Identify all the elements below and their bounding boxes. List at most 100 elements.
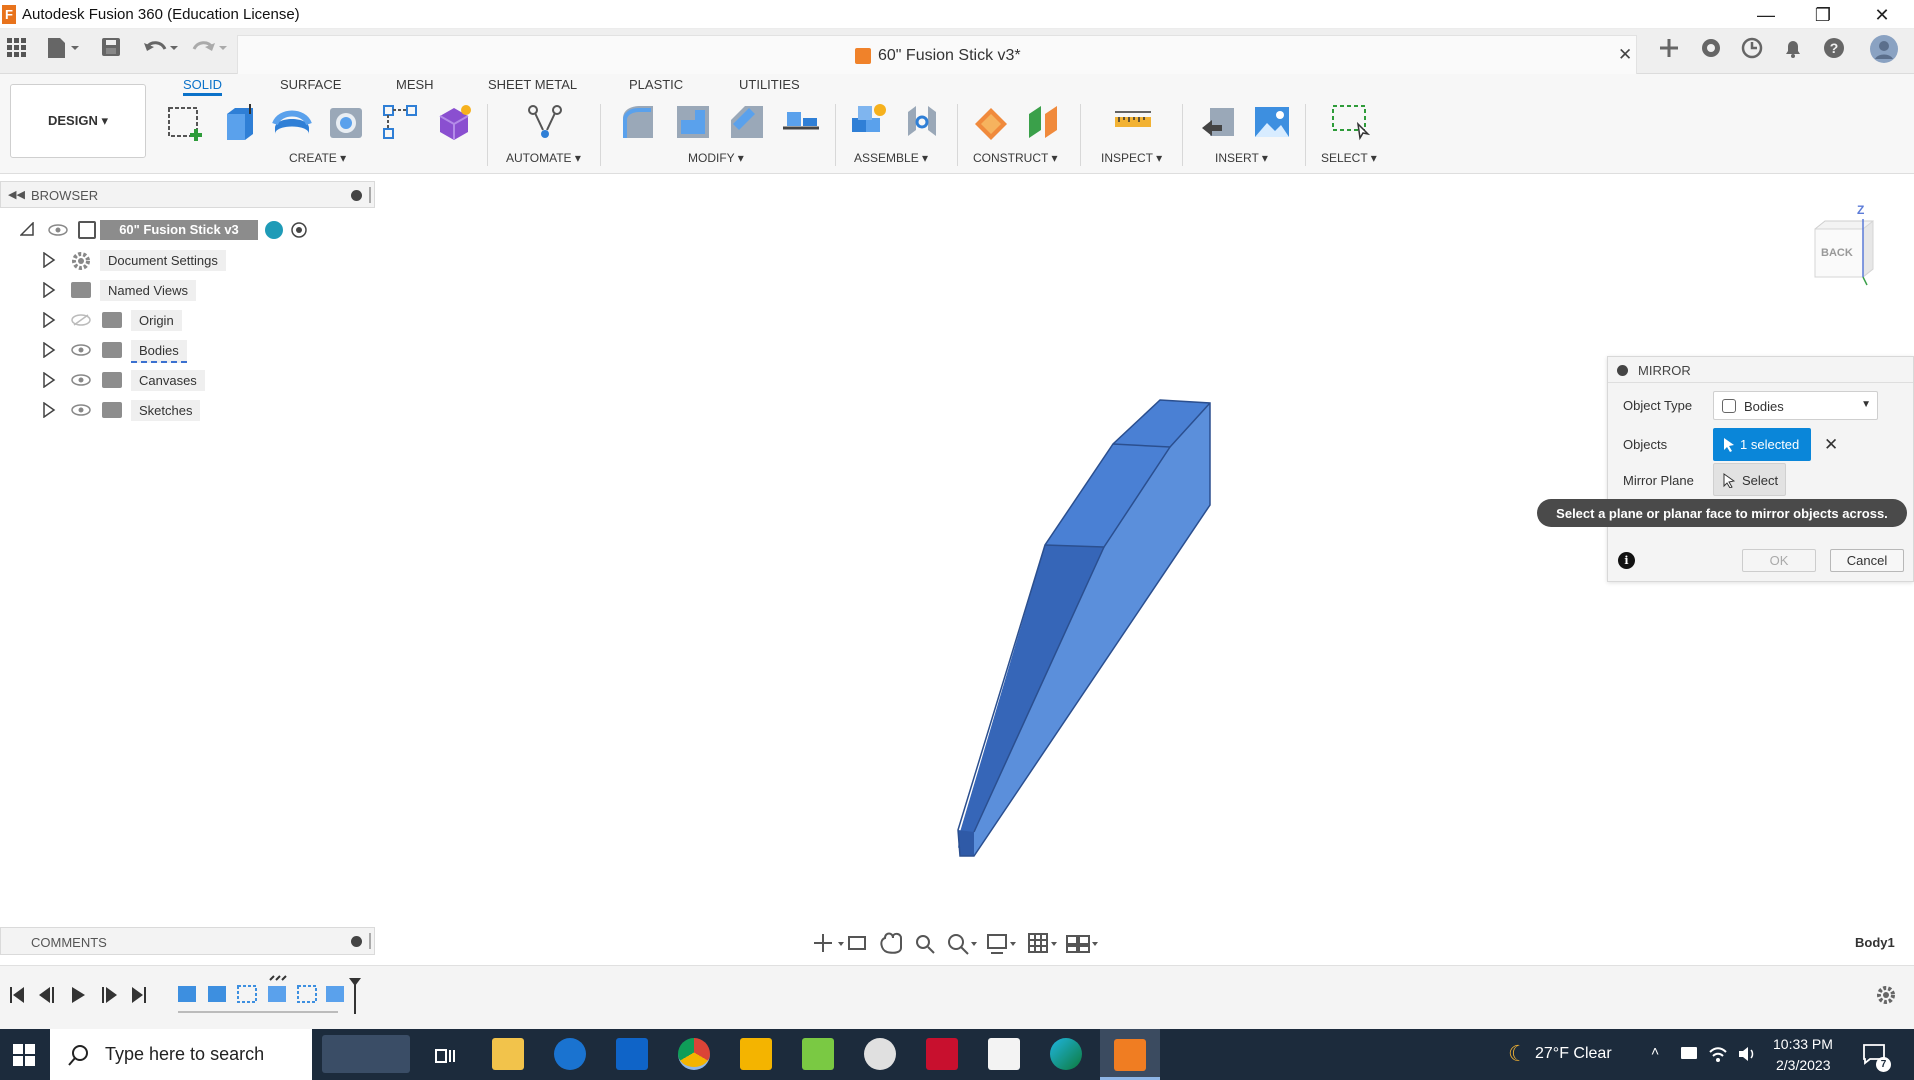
expand-triangle-icon[interactable] xyxy=(42,252,56,268)
expand-triangle-icon[interactable] xyxy=(42,372,56,388)
internet-explorer-icon[interactable] xyxy=(554,1038,586,1070)
clear-selection-icon[interactable]: ✕ xyxy=(1824,435,1838,455)
minimize-button[interactable]: — xyxy=(1744,2,1788,28)
restore-button[interactable]: ❐ xyxy=(1801,2,1845,28)
mirror-plane-select-button[interactable]: Select xyxy=(1713,463,1786,496)
revolve-icon[interactable] xyxy=(272,102,312,142)
tab-surface[interactable]: SURFACE xyxy=(280,74,341,96)
user-avatar-icon[interactable] xyxy=(1870,35,1898,69)
browser-root-row[interactable]: 60" Fusion Stick v3 xyxy=(0,218,320,242)
new-component-icon[interactable] xyxy=(848,102,888,142)
undo-icon[interactable] xyxy=(143,37,179,65)
comments-pin-icon[interactable] xyxy=(369,933,371,949)
file-menu-icon[interactable] xyxy=(46,37,80,65)
fusion-360-taskbar-button[interactable] xyxy=(1100,1029,1160,1080)
expand-triangle-icon[interactable] xyxy=(42,312,56,328)
new-tab-plus-icon[interactable] xyxy=(1658,37,1680,65)
info-icon[interactable]: i xyxy=(1618,552,1635,569)
visibility-eye-icon[interactable] xyxy=(71,374,91,386)
battery-icon[interactable] xyxy=(1681,1047,1697,1059)
job-status-clock-icon[interactable] xyxy=(1741,37,1763,65)
help-icon[interactable]: ? xyxy=(1823,37,1845,65)
visibility-eye-icon[interactable] xyxy=(48,224,68,236)
autocad-icon[interactable] xyxy=(926,1038,958,1070)
collapse-browser-icon[interactable]: ◀◀ xyxy=(8,188,25,201)
create-form-icon[interactable] xyxy=(434,102,474,142)
browser-pin-icon[interactable] xyxy=(369,187,371,203)
expand-triangle-icon[interactable] xyxy=(42,402,56,418)
news-widget-icon[interactable] xyxy=(322,1035,410,1073)
plane-at-angle-icon[interactable] xyxy=(1025,102,1065,142)
press-pull-icon[interactable] xyxy=(619,102,659,142)
browser-item-document-settings[interactable]: Document Settings xyxy=(0,248,240,272)
c-app-icon[interactable] xyxy=(802,1038,834,1070)
view-cube[interactable]: Z BACK xyxy=(1809,203,1877,287)
collapse-triangle-icon[interactable] xyxy=(20,222,34,236)
objects-selection-button[interactable]: 1 selected xyxy=(1713,428,1811,461)
activate-radio-icon[interactable] xyxy=(290,221,308,239)
save-icon[interactable] xyxy=(101,37,121,63)
add-comment-icon[interactable] xyxy=(351,936,362,947)
clock-date[interactable]: 2/3/2023 xyxy=(1776,1057,1831,1073)
measure-icon[interactable] xyxy=(1113,102,1153,142)
assemble-menu[interactable]: ASSEMBLE ▾ xyxy=(854,151,928,165)
notifications-bell-icon[interactable] xyxy=(1782,37,1804,65)
chamfer-icon[interactable] xyxy=(727,102,767,142)
timeline-playback-controls[interactable] xyxy=(8,984,148,1006)
close-window-button[interactable]: ✕ xyxy=(1860,2,1904,28)
align-icon[interactable] xyxy=(781,102,821,142)
browser-item-sketches[interactable]: Sketches xyxy=(0,398,240,422)
tab-utilities[interactable]: UTILITIES xyxy=(739,74,800,96)
snipping-tool-icon[interactable] xyxy=(864,1038,896,1070)
browser-item-named-views[interactable]: Named Views xyxy=(0,278,240,302)
joint-icon[interactable] xyxy=(902,102,942,142)
extrude-icon[interactable] xyxy=(219,102,259,142)
task-view-icon[interactable] xyxy=(434,1044,456,1066)
slides-app-icon[interactable] xyxy=(740,1038,772,1070)
insert-derive-icon[interactable] xyxy=(1198,102,1238,142)
select-window-icon[interactable] xyxy=(1330,102,1371,142)
taskbar-search-box[interactable]: Type here to search xyxy=(50,1029,312,1080)
windows-start-icon[interactable] xyxy=(13,1044,35,1066)
edge-icon[interactable] xyxy=(1050,1038,1082,1070)
visibility-eye-icon[interactable] xyxy=(71,404,91,416)
timeline-settings-gear-icon[interactable] xyxy=(1875,984,1897,1006)
construct-menu[interactable]: CONSTRUCT ▾ xyxy=(973,151,1057,165)
modify-menu[interactable]: MODIFY ▾ xyxy=(688,151,744,165)
timeline-features[interactable] xyxy=(176,974,366,1018)
create-sketch-icon[interactable] xyxy=(165,102,205,142)
workspace-switcher-button[interactable]: DESIGN ▾ xyxy=(10,84,146,158)
dialog-collapse-icon[interactable] xyxy=(1617,365,1628,376)
chrome-icon[interactable] xyxy=(678,1038,710,1070)
fillet-icon[interactable] xyxy=(673,102,713,142)
ok-button[interactable]: OK xyxy=(1742,549,1816,572)
tab-plastic[interactable]: PLASTIC xyxy=(629,74,683,96)
mirror-dialog-header[interactable]: MIRROR xyxy=(1608,357,1913,383)
document-tab[interactable]: 60" Fusion Stick v3* ✕ xyxy=(237,35,1637,74)
object-type-select[interactable]: Bodies ▼ xyxy=(1713,391,1878,420)
outlook-icon[interactable] xyxy=(616,1038,648,1070)
extensions-icon[interactable] xyxy=(1700,37,1722,65)
browser-item-bodies[interactable]: Bodies xyxy=(0,338,240,363)
tab-solid[interactable]: SOLID xyxy=(183,74,223,96)
data-panel-grid-icon[interactable] xyxy=(6,37,26,63)
wifi-icon[interactable] xyxy=(1708,1045,1728,1063)
tab-mesh[interactable]: MESH xyxy=(396,74,434,96)
automate-icon[interactable] xyxy=(525,102,565,142)
calculator-app-icon[interactable] xyxy=(988,1038,1020,1070)
weather-text[interactable]: 27°F Clear xyxy=(1535,1045,1612,1063)
insert-menu[interactable]: INSERT ▾ xyxy=(1215,151,1268,165)
browser-item-canvases[interactable]: Canvases xyxy=(0,368,240,392)
tray-chevron-up-icon[interactable]: ˄ xyxy=(1651,1043,1659,1059)
insert-canvas-icon[interactable] xyxy=(1252,102,1292,142)
file-explorer-icon[interactable] xyxy=(492,1038,524,1070)
clock-time[interactable]: 10:33 PM xyxy=(1773,1036,1833,1052)
cancel-button[interactable]: Cancel xyxy=(1830,549,1904,572)
browser-minimize-icon[interactable] xyxy=(351,190,362,201)
tab-sheet-metal[interactable]: SHEET METAL xyxy=(488,74,577,96)
volume-icon[interactable] xyxy=(1737,1045,1757,1063)
hidden-eye-icon[interactable] xyxy=(71,314,91,326)
select-menu[interactable]: SELECT ▾ xyxy=(1321,151,1377,165)
expand-triangle-icon[interactable] xyxy=(42,282,56,298)
create-menu[interactable]: CREATE ▾ xyxy=(289,151,346,165)
